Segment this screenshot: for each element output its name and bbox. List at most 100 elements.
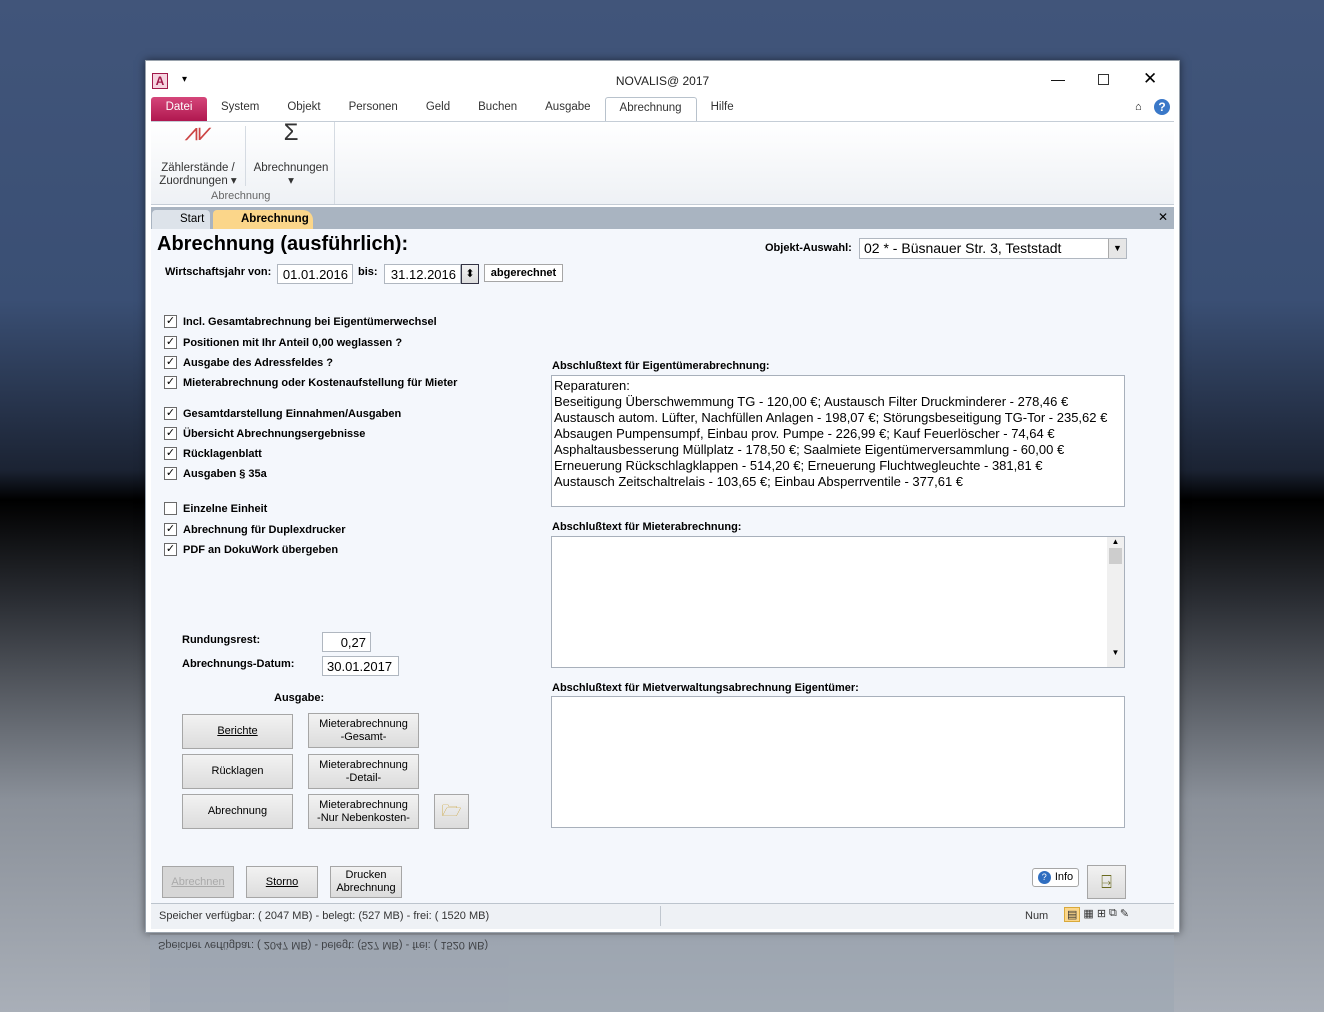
maximize-button[interactable] <box>1098 74 1109 85</box>
form-view-icon[interactable]: ▤ <box>1064 907 1081 922</box>
checkbox-label: Einzelne Einheit <box>183 502 268 515</box>
checkbox-label: Mieterabrechnung oder Kostenaufstellung … <box>183 376 458 389</box>
tab-system[interactable]: System <box>207 97 273 121</box>
mieter-gesamt-button[interactable]: Mieterabrechnung -Gesamt- <box>308 713 419 748</box>
tab-datei[interactable]: Datei <box>151 97 207 121</box>
checkbox-option[interactable]: ✓ Rücklagenblatt <box>164 447 262 460</box>
storno-button[interactable]: Storno <box>246 866 318 898</box>
checkbox[interactable]: ✓ <box>164 447 177 460</box>
separator <box>660 906 661 926</box>
checkbox-label: PDF an DokuWork übergeben <box>183 543 339 556</box>
checkbox-option[interactable]: ✓ PDF an DokuWork übergeben <box>164 543 338 556</box>
datasheet-view-icon[interactable]: ▦ <box>1083 907 1093 922</box>
checkbox-label: Übersicht Abrechnungsergebnisse <box>183 427 366 440</box>
checkbox-option[interactable]: ✓ Übersicht Abrechnungsergebnisse <box>164 427 365 440</box>
dropdown-arrow-icon[interactable]: ▼ <box>1108 239 1126 258</box>
separator <box>334 122 335 204</box>
scrollbar[interactable]: ▲ ▼ <box>1107 537 1124 667</box>
rundung-label: Rundungsrest: <box>182 634 261 646</box>
abrechnen-button[interactable]: Abrechnen <box>162 866 234 898</box>
tab-buchen[interactable]: Buchen <box>464 97 531 121</box>
checkbox[interactable]: ✓ <box>164 407 177 420</box>
checkbox[interactable]: ✓ <box>164 336 177 349</box>
checkbox-option[interactable]: ✓ Abrechnung für Duplexdrucker <box>164 523 346 536</box>
abgerechnet-button[interactable]: abgerechnet <box>484 264 563 282</box>
tab-label: Start <box>180 213 205 225</box>
mieter-textarea[interactable] <box>551 536 1125 668</box>
info-icon: ? <box>1037 871 1051 884</box>
checkbox[interactable]: ✓ <box>164 523 177 536</box>
berichte-button[interactable]: Berichte <box>182 714 293 749</box>
checkbox-label: Incl. Gesamtabrechnung bei Eigentümerwec… <box>183 315 437 328</box>
mietverw-textarea[interactable] <box>551 696 1125 828</box>
checkbox[interactable]: ✓ <box>164 376 177 389</box>
btn-label: Abrechnungen <box>253 162 329 174</box>
date-picker-button[interactable]: ⬍ <box>461 264 479 284</box>
wj-from-input[interactable]: 01.01.2016 <box>277 264 353 284</box>
checkbox[interactable]: ✓ <box>164 427 177 440</box>
ribbon: ⩘⩗ Zählerstände / Zuordnungen ▾ Σ Abrech… <box>151 121 1174 205</box>
window-title: NOVALIS@ 2017 <box>615 74 710 88</box>
separator <box>245 126 246 186</box>
meter-chart-icon: ⩘⩗ <box>184 119 212 146</box>
checkbox-option[interactable]: ✓ Ausgabe des Adressfeldes ? <box>164 356 333 369</box>
pivot-view-icon[interactable]: ⊞ <box>1097 907 1106 922</box>
checkbox-option[interactable]: ✓ Positionen mit Ihr Anteil 0,00 weglasse… <box>164 336 402 349</box>
mietverw-label: Abschlußtext für Mietverwaltungsabrechnu… <box>552 682 859 694</box>
checkbox[interactable]: ✓ <box>164 543 177 556</box>
close-doc-button[interactable]: ✕ <box>1158 210 1168 224</box>
tab-ausgabe[interactable]: Ausgabe <box>531 97 604 121</box>
collapse-ribbon-icon[interactable]: ⌂ <box>1135 101 1142 113</box>
exit-button[interactable]: ⍈ <box>1087 865 1126 899</box>
wj-to-input[interactable]: 31.12.2016 <box>384 264 461 284</box>
checkbox-option[interactable]: ✓ Incl. Gesamtabrechnung bei Eigentümerwe… <box>164 315 437 328</box>
checkbox-option[interactable]: ✓ Ausgaben § 35a <box>164 467 267 480</box>
doc-tab-abrechnung[interactable]: Abrechnung <box>213 210 313 229</box>
abrechnungen-button[interactable]: Σ Abrechnungen ▾ <box>247 119 335 188</box>
checkbox-label: Abrechnung für Duplexdrucker <box>183 523 346 536</box>
open-folder-button[interactable]: 🗁 <box>434 794 469 829</box>
mieter-nebenkosten-button[interactable]: Mieterabrechnung -Nur Nebenkosten- <box>308 794 419 829</box>
layout-view-icon[interactable]: ⧉ <box>1109 907 1117 922</box>
checkbox-option[interactable]: ✓ Mieterabrechnung oder Kostenaufstellung… <box>164 376 457 389</box>
view-switcher: ▤ ▦ ⊞ ⧉ ✎ <box>1064 907 1129 922</box>
checkbox[interactable]: ✓ <box>164 315 177 328</box>
checkbox-option[interactable]: ✓ Gesamtdarstellung Einnahmen/Ausgaben <box>164 407 401 420</box>
title-bar: A ▾ NOVALIS@ 2017 — ✕ <box>146 61 1179 95</box>
drucken-abrechnung-button[interactable]: Drucken Abrechnung <box>330 866 402 898</box>
tab-hilfe[interactable]: Hilfe <box>697 97 748 121</box>
doc-tab-start[interactable]: Start <box>152 210 210 229</box>
objekt-select[interactable]: 02 * - Büsnauer Str. 3, Teststadt ▼ <box>859 238 1127 259</box>
help-icon[interactable]: ? <box>1154 99 1170 115</box>
mieter-detail-button[interactable]: Mieterabrechnung -Detail- <box>308 754 419 789</box>
app-window: A ▾ NOVALIS@ 2017 — ✕ Datei System Objek… <box>145 60 1180 933</box>
rundung-input[interactable]: 0,27 <box>322 632 371 652</box>
checkbox-label: Ausgabe des Adressfeldes ? <box>183 356 333 369</box>
sigma-printer-icon: Σ <box>283 119 299 146</box>
tab-label: Abrechnung <box>241 213 309 225</box>
checkbox-option[interactable]: Einzelne Einheit <box>164 502 267 515</box>
tab-geld[interactable]: Geld <box>412 97 464 121</box>
ruecklagen-button[interactable]: Rücklagen <box>182 754 293 789</box>
datum-label: Abrechnungs-Datum: <box>182 658 295 670</box>
tab-personen[interactable]: Personen <box>335 97 412 121</box>
tab-abrechnung[interactable]: Abrechnung <box>604 97 697 121</box>
minimize-button[interactable]: — <box>1051 71 1065 87</box>
checkbox-label: Ausgaben § 35a <box>183 467 267 480</box>
checkbox[interactable]: ✓ <box>164 467 177 480</box>
design-view-icon[interactable]: ✎ <box>1120 907 1129 922</box>
ausgabe-label: Ausgabe: <box>274 692 325 704</box>
zaehlerstaende-button[interactable]: ⩘⩗ Zählerstände / Zuordnungen ▾ <box>153 119 243 188</box>
checkbox[interactable] <box>164 502 177 515</box>
close-button[interactable]: ✕ <box>1143 69 1157 89</box>
abrechnung-button[interactable]: Abrechnung <box>182 794 293 829</box>
info-button[interactable]: ? Info <box>1032 868 1079 887</box>
wj-label: Wirtschaftsjahr von: <box>165 266 272 278</box>
abrechnung-form: Abrechnung (ausführlich): Objekt-Auswahl… <box>151 229 1174 903</box>
ribbon-group-label: Abrechnung <box>211 190 271 202</box>
select-value: 02 * - Büsnauer Str. 3, Teststadt <box>864 240 1062 256</box>
datum-input[interactable]: 30.01.2017 <box>322 656 399 676</box>
eigentuemer-textarea[interactable]: Reparaturen: Beseitigung Überschwemmung … <box>551 375 1125 507</box>
tab-objekt[interactable]: Objekt <box>273 97 334 121</box>
checkbox[interactable]: ✓ <box>164 356 177 369</box>
